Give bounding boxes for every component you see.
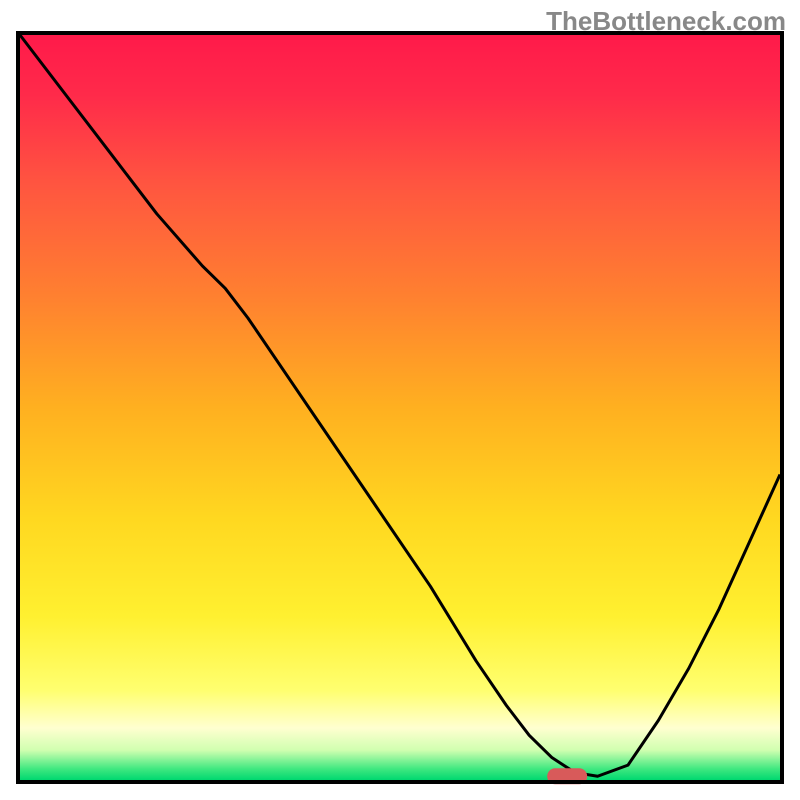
chart-container: TheBottleneck.com: [0, 0, 800, 800]
watermark-text: TheBottleneck.com: [546, 6, 786, 37]
gradient-background: [20, 35, 780, 780]
chart-svg: [0, 0, 800, 800]
